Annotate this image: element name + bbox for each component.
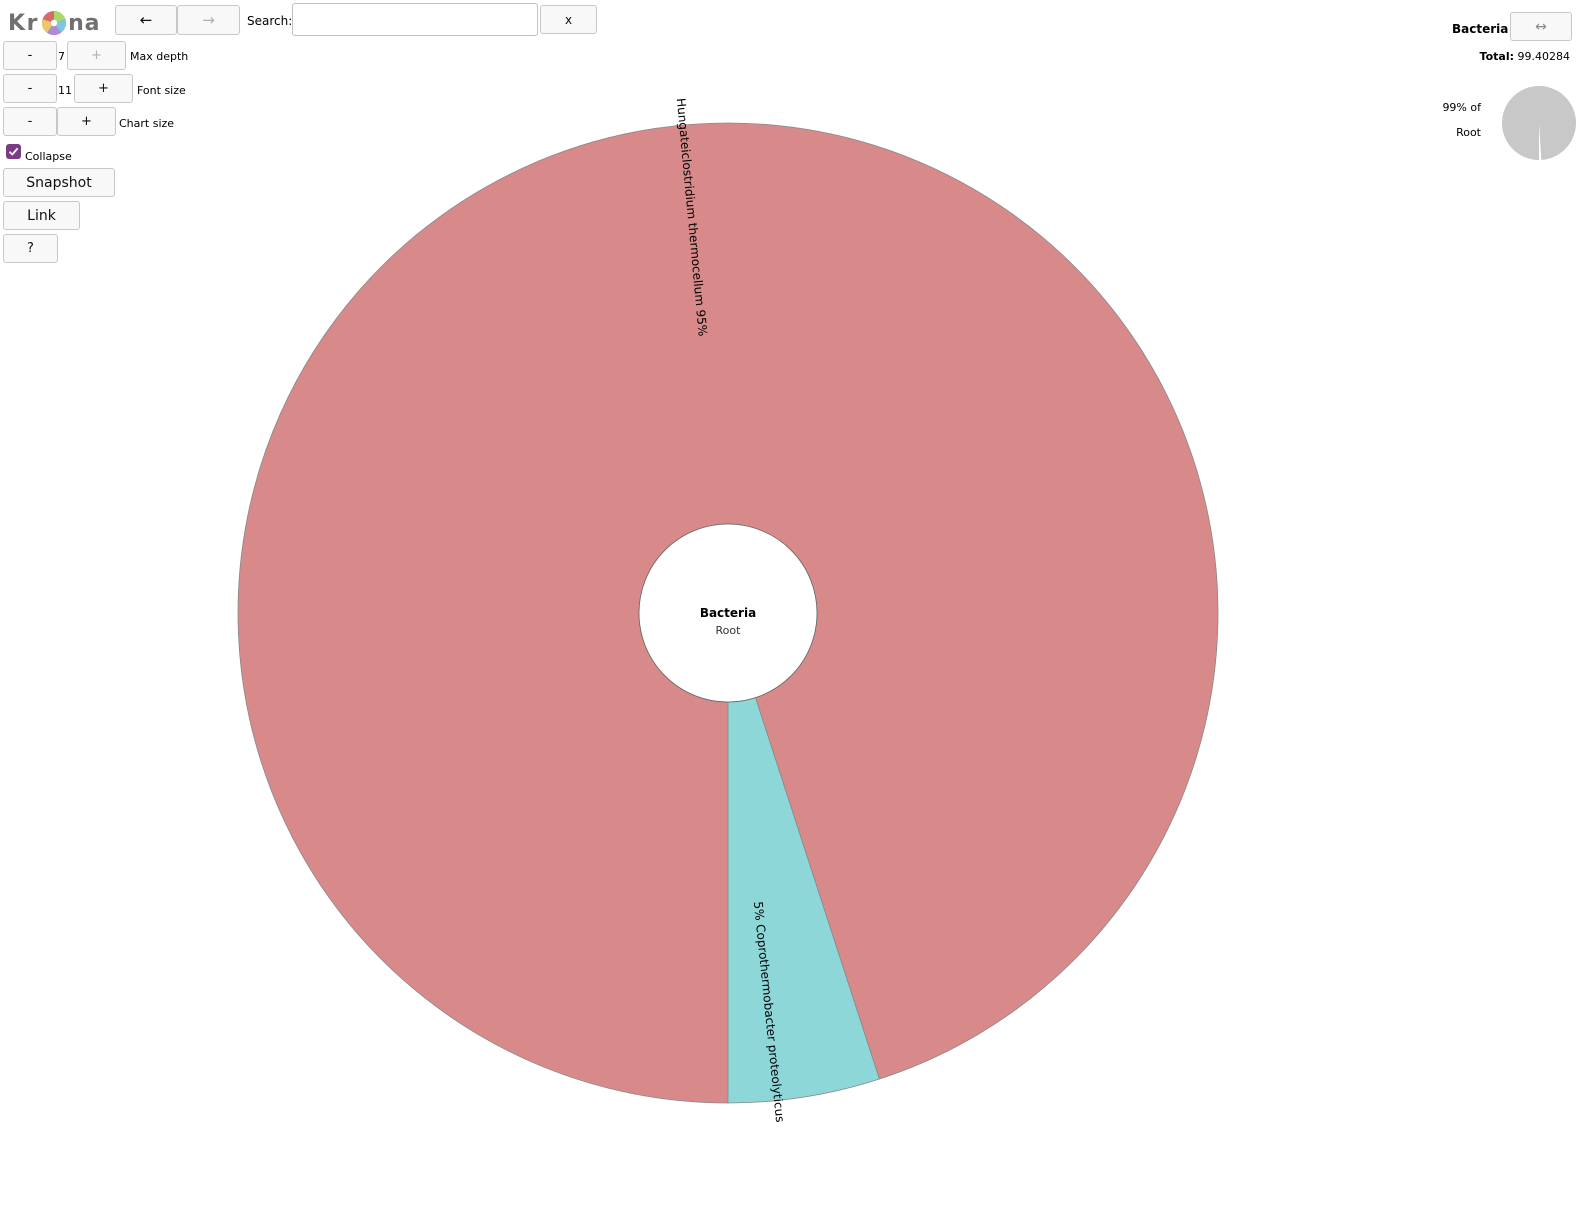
help-button[interactable]: ? <box>3 234 58 263</box>
slice-coprothermobacter-proteolyticus[interactable] <box>727 697 880 1104</box>
font-size-label: Font size <box>137 84 186 97</box>
center-circle <box>638 523 818 703</box>
details-name: Bacteria <box>1452 22 1509 36</box>
logo-letter: r <box>26 10 38 36</box>
max-depth-decrease-button[interactable]: - <box>3 41 57 70</box>
max-depth-label: Max depth <box>130 50 189 63</box>
slice-hungateiclostridium-thermocellum[interactable] <box>237 122 1219 1104</box>
checkmark-icon <box>8 147 19 156</box>
krona-logo: K r n a <box>8 8 100 38</box>
search-label: Search: <box>247 14 293 28</box>
font-size-decrease-button[interactable]: - <box>3 74 57 103</box>
logo-letter: n <box>68 10 84 36</box>
snapshot-button[interactable]: Snapshot <box>3 168 115 197</box>
total-value: 99.40284 <box>1517 50 1571 63</box>
search-clear-button[interactable]: x <box>540 5 597 34</box>
center-name: Bacteria <box>700 606 756 620</box>
total-label: Total: <box>1479 50 1514 63</box>
collapse-label: Collapse <box>25 150 72 163</box>
logo-letter: a <box>84 10 100 36</box>
font-size-value: 11 <box>58 84 72 97</box>
percent-of-label: 99% of <box>1442 101 1481 114</box>
center-parent: Root <box>716 624 742 637</box>
link-button[interactable]: Link <box>3 201 80 230</box>
slice-label-coprothermobacter: 5% Coprothermobacter proteolyticus <box>751 901 787 1123</box>
forward-button[interactable]: → <box>177 5 240 35</box>
chart-size-increase-button[interactable]: + <box>57 107 116 136</box>
font-size-increase-button[interactable]: + <box>74 74 133 103</box>
parent-label: Root <box>1456 126 1481 139</box>
max-depth-value: 7 <box>58 50 65 63</box>
logo-letter: K <box>8 10 26 36</box>
swap-button[interactable]: ↔ <box>1510 12 1572 41</box>
parent-fraction-pie <box>1502 86 1577 160</box>
sunburst-chart: Hungateiclostridium thermocellum 95% 5% C… <box>237 98 1219 1123</box>
max-depth-increase-button[interactable]: + <box>67 41 126 70</box>
chart-size-decrease-button[interactable]: - <box>3 107 57 136</box>
logo-wheel-icon <box>42 11 66 35</box>
search-input[interactable] <box>292 3 538 36</box>
collapse-checkbox[interactable] <box>6 144 21 159</box>
slice-label-hungateiclostridium: Hungateiclostridium thermocellum 95% <box>674 98 710 337</box>
back-button[interactable]: ← <box>115 5 177 35</box>
details-total: Total: 99.40284 <box>1480 50 1570 63</box>
chart-size-label: Chart size <box>119 117 175 130</box>
